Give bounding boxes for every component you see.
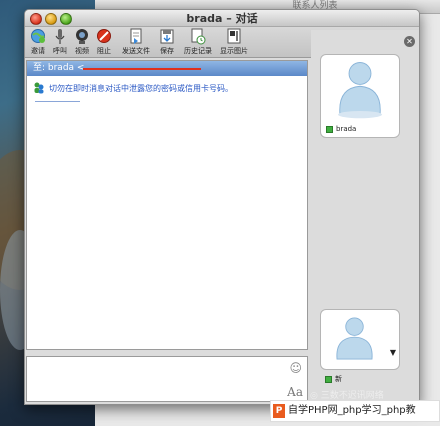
self-avatar-icon [336, 317, 373, 360]
show-picture-label: 显示图片 [220, 47, 248, 55]
close-panel-icon[interactable]: ✕ [404, 36, 415, 47]
contact-avatar[interactable]: brada [320, 54, 400, 138]
save-icon [159, 28, 175, 45]
zoom-window-button[interactable] [60, 13, 72, 25]
buddy-icon [33, 82, 45, 94]
self-avatar[interactable]: ▼ [320, 309, 400, 370]
security-warning: 切勿在即时消息对话中泄露您的密码或信用卡号码。 [33, 82, 307, 94]
separator [35, 101, 80, 102]
site-watermark: P 自学PHP网_php学习_php教 [270, 400, 440, 422]
window-title: brada – 对话 [186, 12, 258, 25]
self-status-label: 新 [325, 374, 342, 384]
minimize-window-button[interactable] [45, 13, 57, 25]
history-label: 历史记录 [184, 47, 212, 55]
save-label: 保存 [160, 47, 174, 55]
conversation-window: brada – 对话 邀请 呼叫 视频 阻止 发送文件 保存 历史记录 显示图片… [24, 9, 420, 405]
webcam-icon [74, 28, 90, 45]
watermark-logo: P [273, 404, 285, 418]
send-file-button[interactable]: 发送文件 [119, 28, 153, 56]
show-picture-button[interactable]: 显示图片 [218, 28, 250, 56]
emoticon-icon[interactable]: ☺ [289, 361, 302, 375]
call-label: 呼叫 [53, 47, 67, 55]
chevron-down-icon[interactable]: ▼ [390, 348, 396, 357]
warning-text: 切勿在即时消息对话中泄露您的密码或信用卡号码。 [49, 83, 233, 93]
invite-button[interactable]: 邀请 [28, 28, 48, 56]
recipient-label: 至: brada < [33, 63, 85, 73]
message-input[interactable]: ☺ Aa [26, 356, 308, 402]
invite-label: 邀请 [31, 47, 45, 55]
block-icon [96, 28, 112, 45]
history-icon [190, 28, 206, 45]
contact-name-label: brada [326, 125, 356, 133]
invite-globe-icon [30, 28, 46, 45]
send-file-icon [128, 28, 144, 45]
block-button[interactable]: 阻止 [95, 28, 113, 56]
video-button[interactable]: 视频 [73, 28, 91, 56]
block-label: 阻止 [97, 47, 111, 55]
save-button[interactable]: 保存 [158, 28, 176, 56]
contact-avatar-icon [338, 62, 382, 119]
call-button[interactable]: 呼叫 [51, 28, 69, 56]
online-status-icon [326, 125, 333, 133]
conversation-history[interactable]: 至: brada < 切勿在即时消息对话中泄露您的密码或信用卡号码。 [26, 60, 308, 350]
font-icon[interactable]: Aa [287, 385, 303, 399]
redaction-mark [83, 68, 201, 70]
show-picture-icon [226, 28, 242, 45]
self-online-icon [325, 375, 332, 383]
video-label: 视频 [75, 47, 89, 55]
close-window-button[interactable] [30, 13, 42, 25]
contact-name: brada [336, 125, 357, 133]
send-file-label: 发送文件 [122, 47, 150, 55]
titlebar: brada – 对话 [25, 10, 419, 27]
history-button[interactable]: 历史记录 [182, 28, 214, 56]
self-name: 新 [335, 375, 342, 383]
watermark-text: 自学PHP网_php学习_php教 [288, 405, 416, 416]
recipient-header: 至: brada < [27, 61, 307, 76]
microphone-icon [52, 28, 68, 45]
side-panel: ✕ brada ▼ 新 [311, 30, 419, 404]
